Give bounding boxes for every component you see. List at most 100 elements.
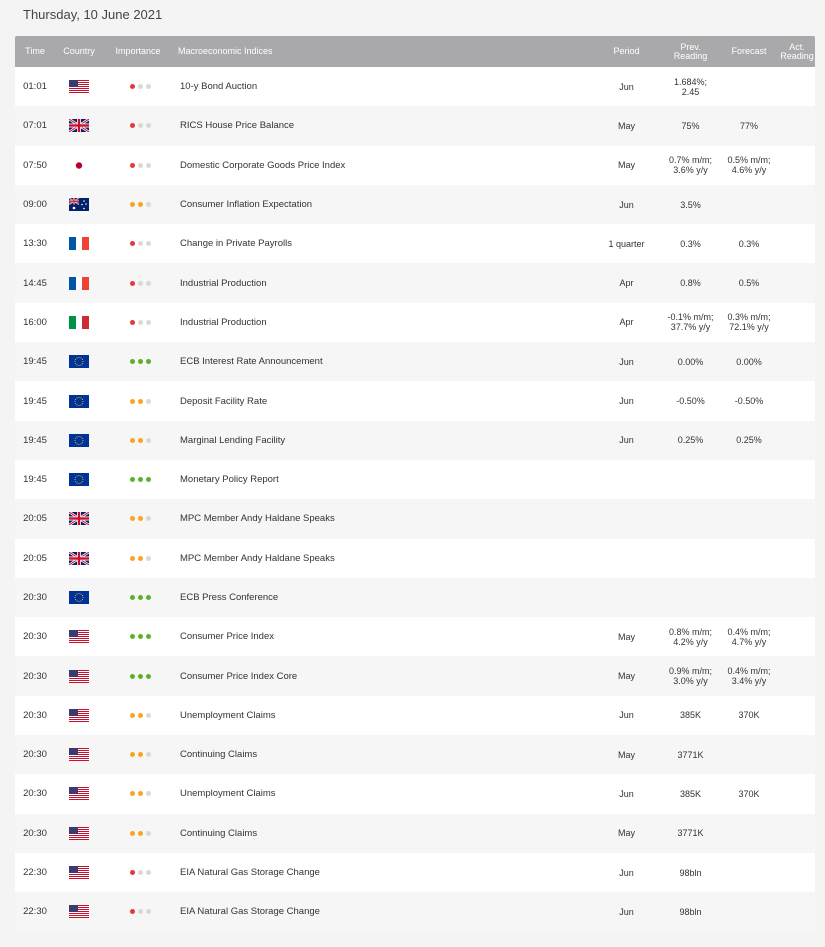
table-row[interactable]: 22:30 EIA Natural Gas Storage Change Jun…	[15, 852, 815, 893]
table-row[interactable]: 07:50 Domestic Corporate Goods Price Ind…	[15, 145, 815, 185]
importance-indicator	[103, 202, 173, 208]
table-row[interactable]: 09:00 Consumer Inflation Expectation Jun…	[15, 184, 815, 225]
importance-dot	[137, 241, 143, 247]
table-row[interactable]: 20:30 Continuing Claims May 3771K	[15, 813, 815, 853]
indicator-name[interactable]: Unemployment Claims	[173, 788, 591, 799]
indicator-name[interactable]: EIA Natural Gas Storage Change	[173, 867, 591, 878]
indicator-name[interactable]: Consumer Inflation Expectation	[173, 199, 591, 210]
indicator-name[interactable]: Industrial Production	[173, 317, 591, 328]
indicator-name[interactable]: Industrial Production	[173, 278, 591, 289]
indicator-name[interactable]: Change in Private Payrolls	[173, 238, 591, 249]
table-row[interactable]: 20:05 MPC Member Andy Haldane Speaks	[15, 499, 815, 539]
importance-dot	[129, 791, 135, 797]
forecast-cell: 0.3%	[719, 239, 779, 249]
indicator-name[interactable]: Domestic Corporate Goods Price Index	[173, 160, 591, 171]
indicator-name[interactable]: Unemployment Claims	[173, 710, 591, 721]
period-cell: May	[617, 631, 635, 642]
table-row[interactable]: 14:45 Industrial Production Apr 0.8% 0.5…	[15, 263, 815, 303]
importance-dot	[129, 359, 135, 365]
importance-dot	[145, 634, 151, 640]
table-row[interactable]: 01:01 10-y Bond Auction Jun 1.684%; 2.45	[15, 67, 815, 107]
prev-line: 1.684%;	[673, 76, 708, 87]
importance-dot	[129, 830, 135, 836]
period-cell: Apr	[619, 317, 634, 328]
prev-line: 3.6% y/y	[673, 165, 708, 176]
table-row[interactable]: 20:30 Unemployment Claims Jun 385K 370K	[15, 774, 815, 814]
france-flag-icon	[69, 237, 89, 251]
header-forecast[interactable]: Forecast	[719, 36, 779, 67]
forecast-line: 0.4% m/m;	[727, 626, 771, 637]
indicator-name[interactable]: Consumer Price Index Core	[173, 671, 591, 682]
indicator-name[interactable]: Monetary Policy Report	[173, 474, 591, 485]
importance-indicator	[103, 241, 173, 247]
indicator-name[interactable]: Consumer Price Index	[173, 631, 591, 642]
us-flag-icon	[69, 80, 89, 94]
importance-indicator	[103, 555, 173, 561]
indicator-name[interactable]: EIA Natural Gas Storage Change	[173, 906, 591, 917]
table-row[interactable]: 07:01 RICS House Price Balance May 75% 7…	[15, 106, 815, 146]
header-importance[interactable]: Importance	[103, 36, 173, 67]
time-cell: 20:05	[23, 513, 47, 525]
indicator-name[interactable]: RICS House Price Balance	[173, 120, 591, 131]
importance-dot	[145, 830, 151, 836]
country-cell	[55, 551, 103, 565]
us-flag-icon	[69, 787, 89, 801]
forecast-line: 4.6% y/y	[731, 165, 767, 176]
table-row[interactable]: 19:45 Deposit Facility Rate Jun -0.50% -…	[15, 381, 815, 421]
table-row[interactable]: 20:05 MPC Member Andy Haldane Speaks	[15, 538, 815, 578]
importance-dot	[129, 870, 135, 876]
importance-indicator	[103, 516, 173, 522]
us-flag-icon	[69, 708, 89, 722]
prev-line: 0.00%	[677, 356, 704, 367]
table-row[interactable]: 20:30 Unemployment Claims Jun 385K 370K	[15, 695, 815, 736]
indicator-name[interactable]: MPC Member Andy Haldane Speaks	[173, 553, 591, 564]
indicator-name[interactable]: ECB Press Conference	[173, 592, 591, 603]
importance-dot	[129, 123, 135, 129]
header-time[interactable]: Time	[15, 36, 55, 67]
importance-dot	[145, 123, 151, 129]
importance-dot	[145, 477, 151, 483]
importance-dot	[137, 319, 143, 325]
indicator-name[interactable]: Deposit Facility Rate	[173, 396, 591, 407]
time-cell: 14:45	[23, 277, 47, 289]
prev-reading-cell: 0.3%	[662, 239, 719, 249]
indicator-name[interactable]: Continuing Claims	[173, 828, 591, 839]
header-indices[interactable]: Macroeconomic Indices	[173, 36, 591, 67]
table-row[interactable]: 19:45 Marginal Lending Facility Jun 0.25…	[15, 420, 815, 460]
importance-dot	[129, 634, 135, 640]
importance-indicator	[103, 830, 173, 836]
prev-line: 3771K	[677, 749, 704, 760]
forecast-line: 4.7% y/y	[731, 636, 767, 647]
importance-indicator	[103, 280, 173, 286]
prev-reading-cell: 385K	[662, 710, 719, 720]
indicator-name[interactable]: Marginal Lending Facility	[173, 435, 591, 446]
indicator-name[interactable]: 10-y Bond Auction	[173, 81, 591, 92]
table-row[interactable]: 20:30 Consumer Price Index May 0.8% m/m;…	[15, 617, 815, 657]
table-row[interactable]: 19:45 Monetary Policy Report	[15, 459, 815, 500]
indicator-name[interactable]: Continuing Claims	[173, 749, 591, 760]
importance-dot	[129, 555, 135, 561]
importance-indicator	[103, 359, 173, 365]
header-prev-reading[interactable]: Prev. Reading	[662, 36, 719, 67]
importance-dot	[137, 437, 143, 443]
importance-dot	[129, 84, 135, 90]
indicator-name[interactable]: MPC Member Andy Haldane Speaks	[173, 513, 591, 524]
header-act-reading[interactable]: Act. Reading	[779, 36, 815, 67]
table-row[interactable]: 13:30 Change in Private Payrolls 1 quart…	[15, 224, 815, 264]
table-row[interactable]: 20:30 ECB Press Conference	[15, 577, 815, 618]
table-row[interactable]: 19:45 ECB Interest Rate Announcement Jun…	[15, 342, 815, 382]
table-row[interactable]: 20:30 Consumer Price Index Core May 0.9%…	[15, 656, 815, 696]
table-row[interactable]: 22:30 EIA Natural Gas Storage Change Jun…	[15, 892, 815, 932]
table-row[interactable]: 16:00 Industrial Production Apr -0.1% m/…	[15, 302, 815, 343]
us-flag-icon	[69, 630, 89, 644]
header-country[interactable]: Country	[55, 36, 103, 67]
header-period[interactable]: Period	[591, 36, 662, 67]
importance-dot	[145, 555, 151, 561]
indicator-name[interactable]: ECB Interest Rate Announcement	[173, 356, 591, 367]
table-body: 01:01 10-y Bond Auction Jun 1.684%; 2.45 …	[15, 67, 815, 932]
table-row[interactable]: 20:30 Continuing Claims May 3771K	[15, 735, 815, 775]
period-cell: Jun	[619, 788, 634, 799]
importance-dot	[145, 516, 151, 522]
importance-indicator	[103, 712, 173, 718]
time-cell: 20:30	[23, 592, 47, 603]
